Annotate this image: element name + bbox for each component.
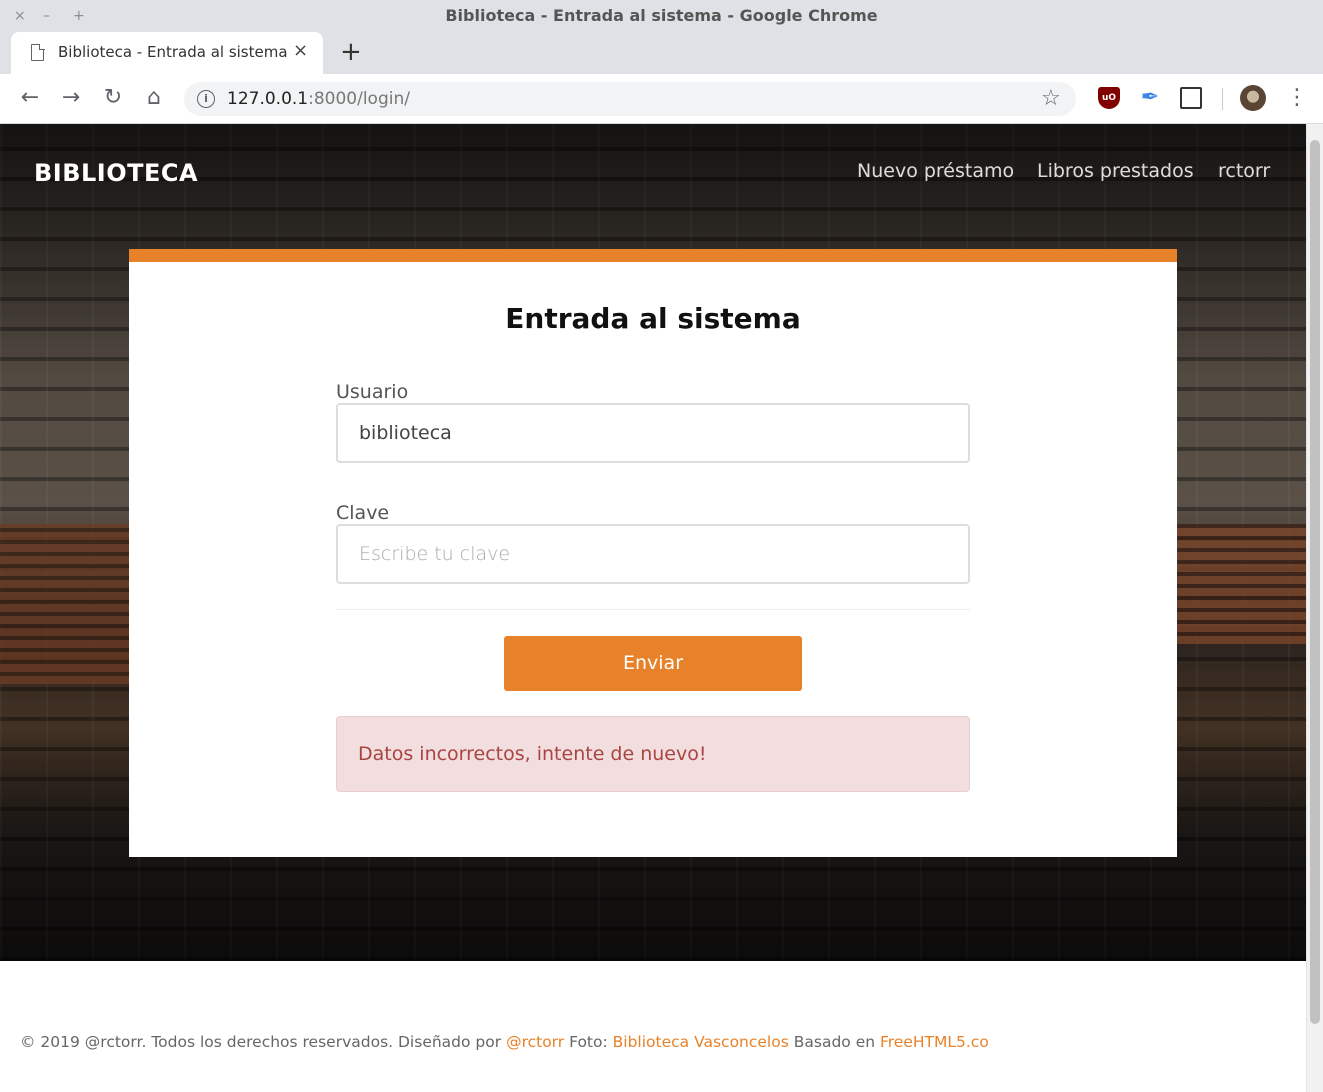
browser-toolbar: ← → ↻ ⌂ i 127.0.0.1:8000/login/ ☆ uO ✒ ⋮ <box>0 74 1323 124</box>
reload-icon[interactable]: ↻ <box>99 84 127 112</box>
tab-strip: Biblioteca - Entrada al sistema × + <box>0 32 1323 74</box>
footer-based-prefix: Basado en <box>788 1033 880 1051</box>
site-brand[interactable]: BIBLIOTECA <box>34 158 198 188</box>
footer-photo-link[interactable]: Biblioteca Vasconcelos <box>613 1033 789 1051</box>
page-icon <box>31 43 45 61</box>
window-titlebar: × – + Biblioteca - Entrada al sistema - … <box>0 0 1323 32</box>
submit-button[interactable]: Enviar <box>504 636 802 691</box>
tab-active[interactable]: Biblioteca - Entrada al sistema × <box>11 32 323 74</box>
hero-background: BIBLIOTECA Nuevo préstamo Libros prestad… <box>0 124 1306 961</box>
scrollbar-thumb[interactable] <box>1310 140 1320 1024</box>
footer-copyright: © 2019 @rctorr. Todos los derechos reser… <box>20 1033 507 1051</box>
back-arrow-icon[interactable]: ← <box>16 84 44 112</box>
error-message: Datos incorrectos, intente de nuevo! <box>358 743 707 765</box>
screenshot-extension-icon[interactable] <box>1180 87 1202 109</box>
password-input[interactable] <box>336 524 970 584</box>
tab-title: Biblioteca - Entrada al sistema <box>58 43 288 61</box>
address-bar[interactable]: i 127.0.0.1:8000/login/ ☆ <box>184 82 1076 116</box>
username-label: Usuario <box>336 381 409 403</box>
home-icon[interactable]: ⌂ <box>140 84 168 112</box>
page-footer: © 2019 @rctorr. Todos los derechos reser… <box>20 1030 989 1054</box>
footer-designer-link[interactable]: @rctorr <box>506 1033 564 1051</box>
nav-link-nuevo-prestamo[interactable]: Nuevo préstamo <box>857 158 1014 184</box>
nav-link-libros-prestados[interactable]: Libros prestados <box>1037 158 1194 184</box>
login-title: Entrada al sistema <box>505 302 801 335</box>
password-label: Clave <box>336 502 390 524</box>
forward-arrow-icon[interactable]: → <box>57 84 85 112</box>
library-balcony-left <box>0 524 130 684</box>
nav-link-user[interactable]: rctorr <box>1218 158 1270 184</box>
site-info-icon[interactable]: i <box>197 90 215 108</box>
window-title: Biblioteca - Entrada al sistema - Google… <box>445 6 878 25</box>
tab-close-icon[interactable]: × <box>293 41 308 61</box>
bookmark-star-icon[interactable]: ☆ <box>1041 86 1061 112</box>
login-card: Entrada al sistema Usuario Clave Enviar … <box>129 249 1177 857</box>
footer-based-link[interactable]: FreeHTML5.co <box>880 1033 989 1051</box>
ublock-origin-icon[interactable]: uO <box>1098 87 1120 109</box>
library-balcony-right <box>1176 524 1306 644</box>
browser-menu-icon[interactable]: ⋮ <box>1286 84 1308 112</box>
page-scrollbar[interactable] <box>1306 124 1323 1092</box>
toolbar-separator <box>1222 88 1223 110</box>
footer-photo-prefix: Foto: <box>564 1033 613 1051</box>
username-input[interactable] <box>336 403 970 463</box>
form-divider <box>336 609 970 610</box>
feather-extension-icon[interactable]: ✒ <box>1139 87 1161 109</box>
page-viewport: BIBLIOTECA Nuevo préstamo Libros prestad… <box>0 124 1306 1092</box>
new-tab-icon[interactable]: + <box>340 38 362 66</box>
error-alert: Datos incorrectos, intente de nuevo! <box>336 716 970 792</box>
url-text: 127.0.0.1:8000/login/ <box>227 89 410 109</box>
profile-avatar[interactable] <box>1240 85 1266 111</box>
